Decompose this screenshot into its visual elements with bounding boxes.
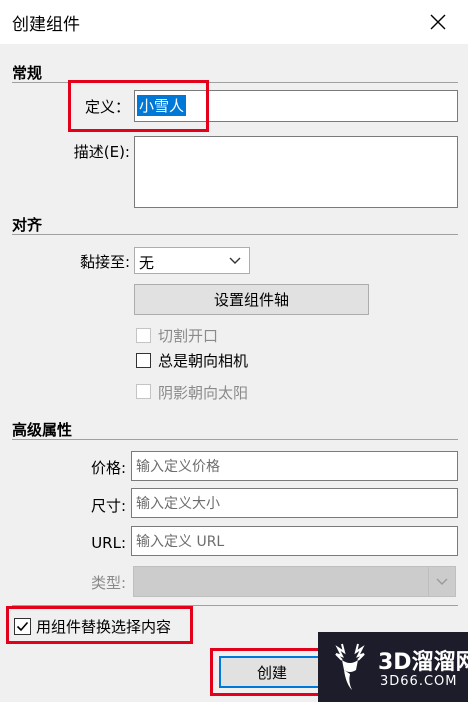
watermark: 3D溜溜网 3D66.COM: [318, 632, 468, 702]
deer-logo-icon: [335, 643, 365, 690]
glue-to-select[interactable]: 无: [134, 247, 250, 274]
watermark-url: 3D66.COM: [380, 674, 458, 689]
dialog-title: 创建组件: [12, 15, 80, 35]
glue-to-label: 黏接至:: [79, 253, 130, 271]
price-input[interactable]: 输入定义价格: [131, 451, 458, 481]
close-icon: [430, 14, 446, 30]
highlight-replace-selection: [6, 606, 193, 644]
url-placeholder: 输入定义 URL: [136, 534, 225, 550]
glue-to-value: 无: [139, 254, 155, 272]
chevron-down-icon: [229, 257, 241, 264]
highlight-definition: [68, 80, 209, 132]
always-face-camera-checkbox[interactable]: [136, 353, 151, 368]
type-label: 类型:: [90, 574, 126, 592]
size-input[interactable]: 输入定义大小: [131, 488, 458, 518]
url-input[interactable]: 输入定义 URL: [131, 526, 458, 556]
highlight-create-button: [210, 648, 330, 696]
url-label: URL:: [91, 534, 126, 552]
cut-opening-label: 切割开口: [158, 327, 219, 345]
set-component-axes-button[interactable]: 设置组件轴: [134, 284, 369, 315]
description-textarea[interactable]: [134, 136, 458, 208]
size-label: 尺寸:: [90, 497, 126, 515]
close-button[interactable]: [422, 6, 454, 38]
section-advanced: 高级属性: [12, 421, 73, 439]
description-label: 描述(E):: [73, 143, 130, 161]
watermark-brand: 3D溜溜网: [378, 650, 468, 675]
section-divider: [12, 439, 458, 440]
cut-opening-checkbox[interactable]: [136, 328, 151, 343]
section-divider: [12, 234, 458, 235]
section-alignment: 对齐: [12, 216, 43, 234]
section-general: 常规: [12, 64, 43, 82]
price-placeholder: 输入定义价格: [136, 459, 220, 475]
shadows-face-sun-label: 阴影朝向太阳: [158, 384, 249, 402]
size-placeholder: 输入定义大小: [136, 496, 220, 512]
type-dropdown-arrow: [428, 567, 455, 596]
type-select[interactable]: [133, 566, 456, 597]
chevron-down-icon: [436, 578, 448, 585]
always-face-camera-label: 总是朝向相机: [158, 352, 249, 370]
shadows-face-sun-checkbox[interactable]: [136, 384, 151, 399]
price-label: 价格:: [90, 459, 126, 477]
